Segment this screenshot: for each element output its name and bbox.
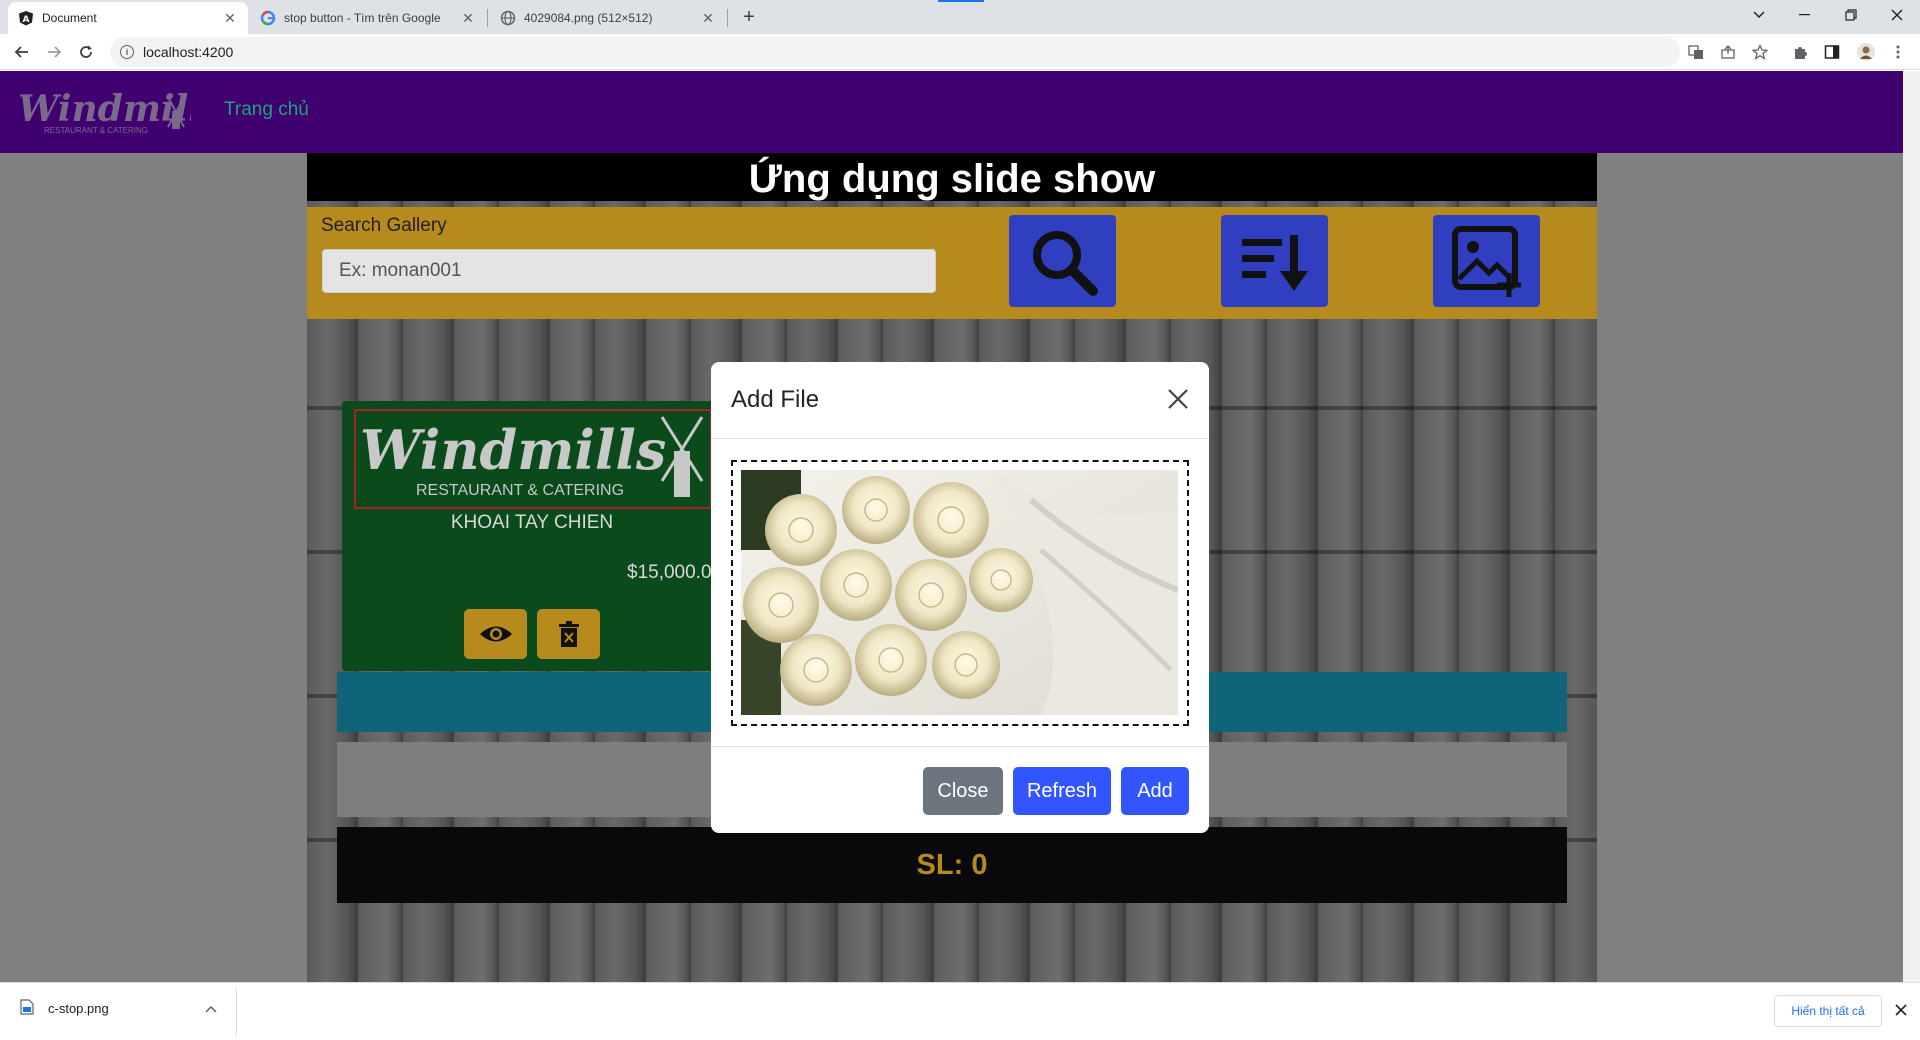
close-download-bar-icon[interactable]	[1894, 1003, 1908, 1022]
tab-google-search[interactable]: stop button - Tìm trên Google ✕	[250, 2, 486, 34]
tab-title: 4029084.png (512×512)	[524, 11, 653, 25]
close-button[interactable]: Close	[923, 767, 1003, 815]
page-viewport: Windmills RESTAURANT & CATERING Trang ch…	[0, 71, 1920, 982]
svg-text:Windmills: Windmills	[18, 88, 191, 130]
download-item[interactable]: c-stop.png	[20, 999, 217, 1018]
extensions-icon[interactable]	[1790, 42, 1810, 62]
windmills-logo[interactable]: Windmills RESTAURANT & CATERING	[16, 85, 222, 139]
url-text: localhost:4200	[143, 44, 234, 60]
side-panel-icon[interactable]	[1822, 42, 1842, 62]
close-icon[interactable]: ✕	[222, 10, 238, 27]
share-icon[interactable]	[1718, 42, 1738, 62]
address-bar[interactable]: i localhost:4200	[110, 37, 1680, 67]
angular-icon: A	[18, 10, 34, 26]
delete-button[interactable]	[537, 609, 600, 659]
back-button[interactable]	[10, 40, 34, 64]
new-tab-button[interactable]: +	[738, 6, 760, 28]
search-input[interactable]: Ex: monan001	[322, 249, 936, 293]
download-file-name: c-stop.png	[48, 1001, 109, 1016]
google-icon	[260, 10, 276, 26]
sort-descending-icon	[1241, 235, 1308, 291]
add-image-button[interactable]	[1433, 215, 1540, 307]
window-close-button[interactable]	[1874, 0, 1920, 30]
tab-image[interactable]: 4029084.png (512×512) ✕	[490, 2, 726, 34]
chevron-up-icon[interactable]	[205, 1001, 217, 1016]
close-icon	[1891, 9, 1903, 21]
modal-header: Add File	[711, 362, 1209, 439]
eye-icon	[479, 626, 512, 642]
app-navbar: Windmills RESTAURANT & CATERING Trang ch…	[0, 71, 1903, 153]
count-text: SL: 0	[916, 848, 988, 881]
modal-close-icon[interactable]	[1163, 384, 1193, 414]
tab-search-button[interactable]	[1736, 0, 1782, 30]
globe-icon	[500, 10, 516, 26]
sort-button[interactable]	[1221, 215, 1328, 307]
add-image-icon	[1451, 226, 1521, 297]
restore-icon	[1845, 9, 1857, 21]
tab-separator	[487, 9, 488, 27]
add-file-modal: Add File Close Refresh Add	[711, 362, 1209, 833]
nav-link-home[interactable]: Trang chủ	[224, 99, 309, 121]
minimize-icon	[1799, 14, 1810, 16]
card-image[interactable]: Windmills RESTAURANT & CATERING	[354, 409, 712, 509]
chevron-down-icon	[1753, 11, 1765, 19]
tab-title: stop button - Tìm trên Google	[284, 11, 441, 25]
svg-text:RESTAURANT & CATERING: RESTAURANT & CATERING	[416, 482, 624, 499]
show-all-button[interactable]: Hiển thị tất cả	[1774, 995, 1882, 1027]
page-title: Ứng dụng slide show	[307, 153, 1597, 201]
refresh-button[interactable]: Refresh	[1013, 767, 1111, 815]
bookmark-star-icon[interactable]	[1750, 42, 1770, 62]
scrollbar[interactable]	[1903, 71, 1920, 982]
svg-text:RESTAURANT & CATERING: RESTAURANT & CATERING	[44, 126, 148, 135]
trash-icon	[558, 621, 579, 647]
browser-toolbar: i localhost:4200	[0, 34, 1920, 70]
search-button[interactable]	[1009, 215, 1116, 307]
tab-document[interactable]: A Document ✕	[8, 2, 248, 34]
close-icon[interactable]: ✕	[700, 10, 716, 27]
arrow-right-icon	[48, 46, 62, 58]
reload-icon	[80, 45, 92, 58]
count-footer: SL: 0	[337, 827, 1567, 903]
search-panel: Search Gallery Ex: monan001	[307, 207, 1597, 319]
tab-separator	[727, 9, 728, 27]
menu-dots-icon[interactable]	[1888, 42, 1908, 62]
svg-text:Windmills: Windmills	[360, 418, 666, 482]
browser-tab-strip: A Document ✕ stop button - Tìm trên Goog…	[0, 0, 1920, 34]
search-icon	[1032, 231, 1098, 296]
search-label: Search Gallery	[321, 215, 447, 236]
loading-indicator	[938, 0, 984, 2]
svg-text:A: A	[23, 15, 30, 25]
forward-button[interactable]	[42, 40, 66, 64]
view-button[interactable]	[464, 609, 527, 659]
arrow-left-icon	[14, 46, 28, 58]
translate-icon[interactable]	[1686, 42, 1706, 62]
download-separator	[236, 989, 237, 1035]
info-icon[interactable]: i	[120, 45, 134, 59]
card-price: $15,000.00	[627, 562, 723, 583]
tab-title: Document	[42, 11, 97, 25]
reload-button[interactable]	[74, 40, 98, 64]
image-preview	[741, 470, 1178, 715]
close-icon[interactable]: ✕	[460, 10, 476, 27]
modal-footer: Close Refresh Add	[711, 746, 1209, 833]
modal-title: Add File	[731, 386, 820, 413]
file-drop-zone[interactable]	[731, 460, 1189, 726]
download-bar: c-stop.png Hiển thị tất cả	[0, 982, 1920, 1040]
add-button[interactable]: Add	[1121, 767, 1189, 815]
minimize-button[interactable]	[1782, 0, 1828, 30]
card-title: KHOAI TAY CHIEN	[450, 512, 614, 533]
restore-button[interactable]	[1828, 0, 1874, 30]
file-icon	[20, 999, 34, 1018]
profile-avatar[interactable]	[1856, 42, 1876, 62]
